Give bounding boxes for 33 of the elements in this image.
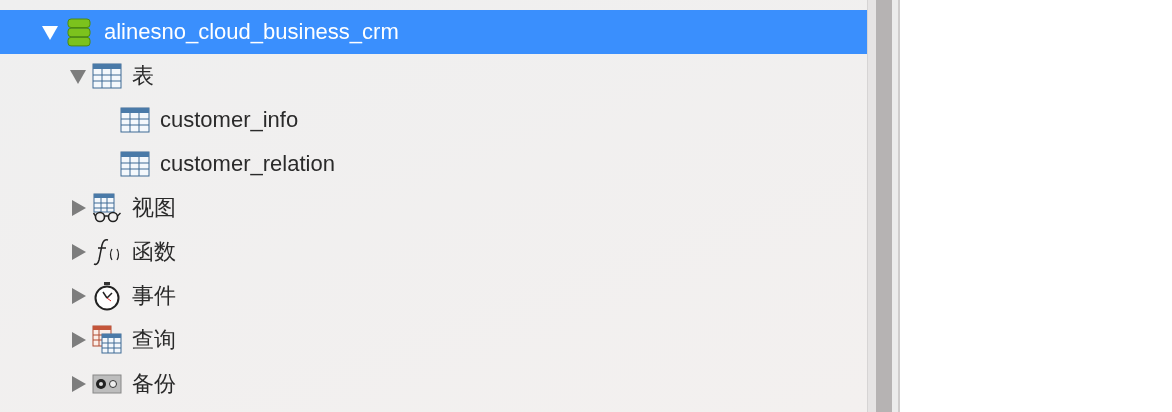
tree-label: 事件 — [132, 282, 176, 310]
tree-row[interactable]: 函数 — [0, 230, 867, 274]
tree-row[interactable]: 表 — [0, 54, 867, 98]
disclosure-triangle-icon[interactable] — [70, 332, 86, 348]
tree-label: 查询 — [132, 326, 176, 354]
scrollbar[interactable] — [876, 0, 892, 412]
table-icon — [120, 105, 150, 135]
query-tables-icon — [92, 325, 122, 355]
tree-label: alinesno_cloud_business_crm — [104, 18, 399, 46]
table-glasses-icon — [92, 193, 122, 223]
disclosure-triangle-icon[interactable] — [42, 24, 58, 40]
tree-row[interactable]: 视图 — [0, 186, 867, 230]
tree-row[interactable]: 备份 — [0, 362, 867, 406]
disclosure-triangle-icon[interactable] — [70, 244, 86, 260]
table-icon — [92, 61, 122, 91]
database-icon — [64, 17, 94, 47]
function-icon — [92, 237, 122, 267]
tree-label: customer_relation — [160, 150, 335, 178]
tree-row[interactable]: 查询 — [0, 318, 867, 362]
tree-label: 表 — [132, 62, 154, 90]
table-icon — [120, 149, 150, 179]
stopwatch-icon — [92, 281, 122, 311]
tree-label: customer_info — [160, 106, 299, 134]
disclosure-triangle-icon[interactable] — [70, 376, 86, 392]
tree-label: 函数 — [132, 238, 176, 266]
tree-label: 视图 — [132, 194, 176, 222]
disclosure-triangle-icon[interactable] — [70, 68, 86, 84]
disclosure-triangle-icon[interactable] — [70, 288, 86, 304]
disclosure-triangle-icon[interactable] — [70, 200, 86, 216]
tree-row[interactable]: customer_relation — [0, 142, 867, 186]
tree-label: 备份 — [132, 370, 176, 398]
tree-row[interactable]: 事件 — [0, 274, 867, 318]
tree-row[interactable]: customer_info — [0, 98, 867, 142]
